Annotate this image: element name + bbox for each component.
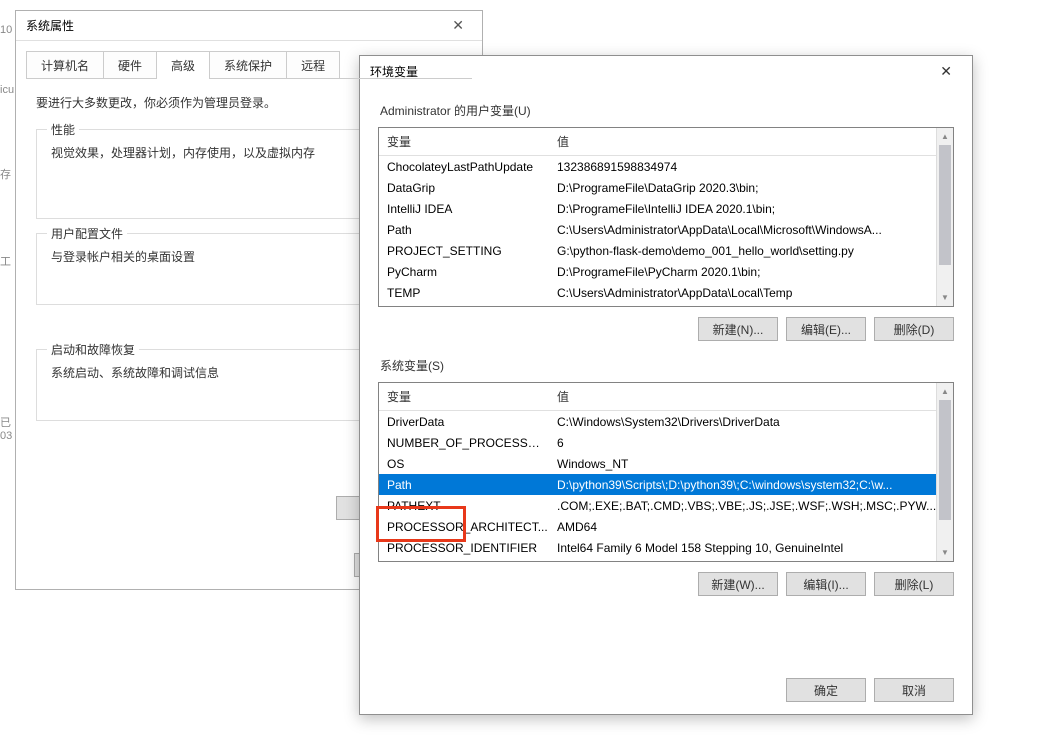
var-value-cell: 6 [549, 436, 953, 450]
edit-user-var-button[interactable]: 编辑(E)... [786, 317, 866, 341]
table-row[interactable]: IntelliJ IDEAD:\ProgrameFile\IntelliJ ID… [379, 198, 953, 219]
table-row[interactable]: DriverDataC:\Windows\System32\Drivers\Dr… [379, 411, 953, 432]
group-user-profile-title: 用户配置文件 [47, 225, 127, 242]
group-startup-title: 启动和故障恢复 [47, 341, 139, 358]
table-row[interactable]: ChocolateyLastPathUpdate1323868915988349… [379, 156, 953, 177]
bg-text: 10 [0, 24, 12, 36]
sys-dialog-title: 系统属性 [26, 17, 444, 34]
var-name-cell: ChocolateyLastPathUpdate [379, 160, 549, 174]
var-name-cell: DriverData [379, 415, 549, 429]
var-name-cell: DataGrip [379, 181, 549, 195]
var-value-cell: Windows_NT [549, 457, 953, 471]
col-variable[interactable]: 变量 [379, 383, 549, 410]
user-vars-scrollbar[interactable]: ▲ ▼ [936, 128, 953, 306]
edit-sys-var-button[interactable]: 编辑(I)... [786, 572, 866, 596]
scroll-down-icon[interactable]: ▼ [937, 289, 953, 306]
env-main-buttons: 确定 取消 [786, 678, 954, 702]
var-value-cell: Intel64 Family 6 Model 158 Stepping 10, … [549, 541, 953, 555]
close-icon[interactable]: ✕ [930, 59, 962, 84]
delete-sys-var-button[interactable]: 删除(L) [874, 572, 954, 596]
user-vars-label: Administrator 的用户变量(U) [380, 102, 954, 119]
bg-text: 工 [0, 253, 11, 269]
user-vars-listview[interactable]: 变量 值 ChocolateyLastPathUpdate13238689159… [378, 127, 954, 307]
var-value-cell: D:\ProgrameFile\DataGrip 2020.3\bin; [549, 181, 953, 195]
tab-system-protection[interactable]: 系统保护 [209, 51, 287, 79]
table-row[interactable]: PyCharmD:\ProgrameFile\PyCharm 2020.1\bi… [379, 261, 953, 282]
system-vars-header: 变量 值 [379, 383, 953, 411]
table-row[interactable]: NUMBER_OF_PROCESSORS6 [379, 432, 953, 453]
table-row[interactable]: TEMPC:\Users\Administrator\AppData\Local… [379, 282, 953, 303]
scroll-up-icon[interactable]: ▲ [937, 128, 953, 145]
var-value-cell: C:\Windows\System32\Drivers\DriverData [549, 415, 953, 429]
cancel-button[interactable]: 取消 [874, 678, 954, 702]
var-name-cell: Path [379, 478, 549, 492]
table-row[interactable]: PROCESSOR_ARCHITECT...AMD64 [379, 516, 953, 537]
bg-text: 已 [0, 414, 11, 430]
scroll-thumb[interactable] [939, 145, 951, 265]
tab-remote[interactable]: 远程 [286, 51, 340, 79]
bg-text: icu [0, 84, 14, 96]
var-value-cell: 132386891598834974 [549, 160, 953, 174]
var-name-cell: OS [379, 457, 549, 471]
var-value-cell: C:\Users\Administrator\AppData\Local\Mic… [549, 223, 953, 237]
var-value-cell: D:\ProgrameFile\IntelliJ IDEA 2020.1\bin… [549, 202, 953, 216]
env-dialog-title: 环境变量 [370, 63, 930, 80]
ok-button[interactable]: 确定 [786, 678, 866, 702]
system-vars-listview[interactable]: 变量 值 DriverDataC:\Windows\System32\Drive… [378, 382, 954, 562]
table-row[interactable]: DataGripD:\ProgrameFile\DataGrip 2020.3\… [379, 177, 953, 198]
table-row[interactable]: PathD:\python39\Scripts\;D:\python39\;C:… [379, 474, 953, 495]
var-value-cell: C:\Users\Administrator\AppData\Local\Tem… [549, 286, 953, 300]
system-vars-section: 系统变量(S) 变量 值 DriverDataC:\Windows\System… [378, 357, 954, 596]
var-name-cell: PATHEXT [379, 499, 549, 513]
table-row[interactable]: PathC:\Users\Administrator\AppData\Local… [379, 219, 953, 240]
var-name-cell: IntelliJ IDEA [379, 202, 549, 216]
bg-text: 存 [0, 166, 11, 182]
table-row[interactable]: OSWindows_NT [379, 453, 953, 474]
var-name-cell: Path [379, 223, 549, 237]
env-titlebar[interactable]: 环境变量 ✕ [360, 56, 972, 86]
close-icon[interactable]: ✕ [444, 13, 472, 38]
var-name-cell: PyCharm [379, 265, 549, 279]
system-vars-scrollbar[interactable]: ▲ ▼ [936, 383, 953, 561]
col-value[interactable]: 值 [549, 128, 953, 155]
system-vars-buttons: 新建(W)... 编辑(I)... 删除(L) [378, 572, 954, 596]
sys-titlebar[interactable]: 系统属性 ✕ [16, 11, 482, 41]
var-name-cell: TEMP [379, 286, 549, 300]
user-vars-section: Administrator 的用户变量(U) 变量 值 ChocolateyLa… [378, 102, 954, 341]
var-name-cell: PROCESSOR_ARCHITECT... [379, 520, 549, 534]
table-row[interactable]: PROJECT_SETTINGG:\python-flask-demo\demo… [379, 240, 953, 261]
var-name-cell: NUMBER_OF_PROCESSORS [379, 436, 549, 450]
scroll-up-icon[interactable]: ▲ [937, 383, 953, 400]
col-value[interactable]: 值 [549, 383, 953, 410]
new-sys-var-button[interactable]: 新建(W)... [698, 572, 778, 596]
tab-advanced[interactable]: 高级 [156, 51, 210, 79]
scroll-down-icon[interactable]: ▼ [937, 544, 953, 561]
system-vars-label: 系统变量(S) [380, 357, 954, 374]
table-row[interactable]: PROCESSOR_IDENTIFIERIntel64 Family 6 Mod… [379, 537, 953, 558]
var-name-cell: PROCESSOR_IDENTIFIER [379, 541, 549, 555]
col-variable[interactable]: 变量 [379, 128, 549, 155]
table-row[interactable]: PATHEXT.COM;.EXE;.BAT;.CMD;.VBS;.VBE;.JS… [379, 495, 953, 516]
var-value-cell: .COM;.EXE;.BAT;.CMD;.VBS;.VBE;.JS;.JSE;.… [549, 499, 953, 513]
new-user-var-button[interactable]: 新建(N)... [698, 317, 778, 341]
user-vars-buttons: 新建(N)... 编辑(E)... 删除(D) [378, 317, 954, 341]
partial-button[interactable] [336, 496, 361, 520]
environment-variables-dialog: 环境变量 ✕ Administrator 的用户变量(U) 变量 值 Choco… [359, 55, 973, 715]
var-value-cell: AMD64 [549, 520, 953, 534]
var-value-cell: D:\ProgrameFile\PyCharm 2020.1\bin; [549, 265, 953, 279]
tab-computer-name[interactable]: 计算机名 [26, 51, 104, 79]
var-value-cell: D:\python39\Scripts\;D:\python39\;C:\win… [549, 478, 953, 492]
tab-hardware[interactable]: 硬件 [103, 51, 157, 79]
scroll-thumb[interactable] [939, 400, 951, 520]
delete-user-var-button[interactable]: 删除(D) [874, 317, 954, 341]
var-value-cell: G:\python-flask-demo\demo_001_hello_worl… [549, 244, 953, 258]
var-name-cell: PROJECT_SETTING [379, 244, 549, 258]
group-performance-title: 性能 [47, 121, 79, 138]
user-vars-header: 变量 值 [379, 128, 953, 156]
bg-text: 03 [0, 430, 12, 442]
